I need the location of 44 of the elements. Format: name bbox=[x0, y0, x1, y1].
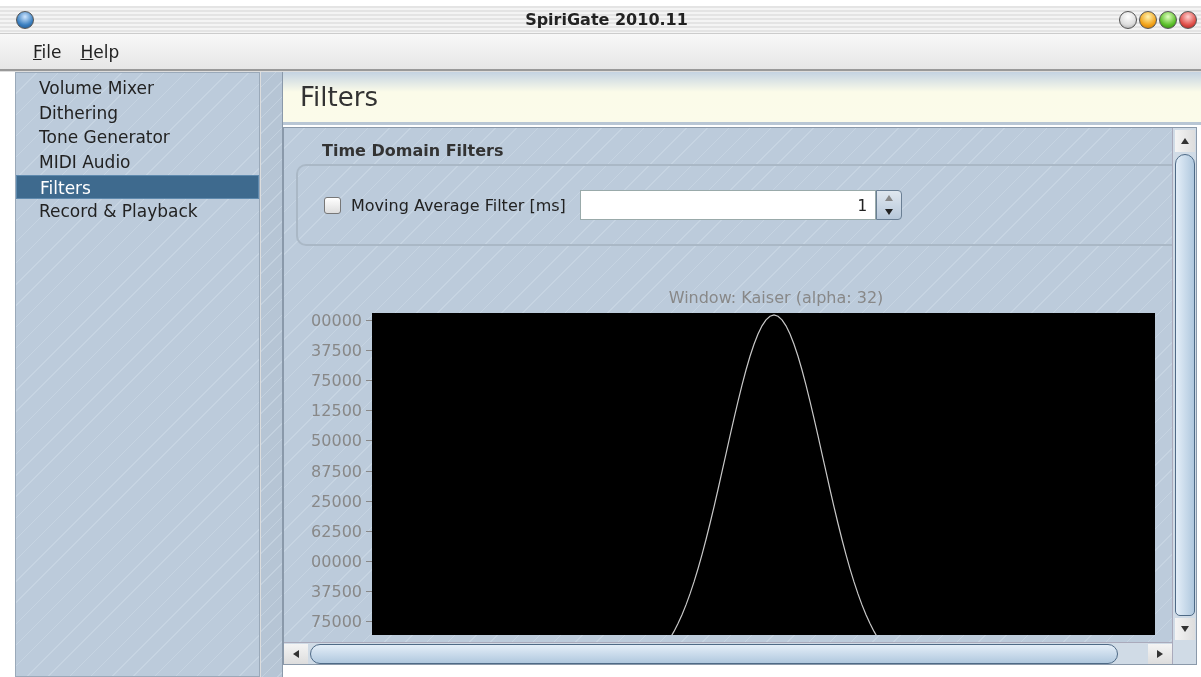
up-arrow-icon bbox=[883, 194, 894, 202]
minimize-button[interactable] bbox=[1139, 10, 1157, 29]
menu-item[interactable]: Help bbox=[73, 39, 128, 64]
scroll-down-button[interactable] bbox=[1174, 618, 1195, 640]
sidebar-item[interactable]: Tone Generator bbox=[16, 125, 259, 151]
shade-button[interactable] bbox=[1119, 10, 1137, 29]
vertical-scrollbar[interactable] bbox=[1172, 128, 1196, 664]
spin-buttons[interactable] bbox=[875, 190, 902, 220]
menu-item[interactable]: File bbox=[26, 39, 70, 64]
sidebar-item[interactable]: Volume Mixer bbox=[16, 76, 259, 101]
sidebar-item[interactable]: MIDI Audio bbox=[16, 150, 259, 175]
axis-tick-label: 87500 bbox=[311, 461, 362, 481]
down-arrow-icon bbox=[1179, 625, 1190, 633]
maximize-button[interactable] bbox=[1159, 10, 1177, 29]
axis-tick-label: 37500 bbox=[311, 582, 362, 602]
down-arrow-icon bbox=[883, 208, 894, 216]
axis-tick-label: 37500 bbox=[311, 340, 362, 360]
sidebar-item[interactable]: Record & Playback bbox=[16, 199, 259, 225]
page-title: Filters bbox=[300, 82, 378, 112]
axis-tick-label: 62500 bbox=[311, 521, 362, 541]
axis-tick-label: 50000 bbox=[311, 431, 362, 451]
left-arrow-icon bbox=[292, 648, 300, 659]
axis-tick-label: 75000 bbox=[311, 612, 362, 632]
chart-title: Window: Kaiser (alpha: 32) bbox=[667, 288, 885, 309]
axis-tick-label: 75000 bbox=[311, 370, 362, 390]
up-arrow-icon bbox=[1179, 137, 1190, 145]
scroll-right-button[interactable] bbox=[1148, 643, 1172, 664]
axis-tick-label: 25000 bbox=[311, 491, 362, 511]
close-button[interactable] bbox=[1179, 10, 1197, 29]
scroll-up-button[interactable] bbox=[1174, 130, 1195, 152]
sidebar-item[interactable]: Dithering bbox=[16, 100, 259, 126]
sidebar-item[interactable]: Filters bbox=[16, 174, 259, 200]
right-arrow-icon bbox=[1156, 648, 1164, 659]
axis-tick-label: 00000 bbox=[311, 552, 362, 572]
window-menu-button[interactable] bbox=[16, 10, 34, 29]
scroll-thumb[interactable] bbox=[1174, 154, 1195, 616]
scroll-left-button[interactable] bbox=[284, 643, 308, 664]
window-title: SpiriGate 2010.11 bbox=[524, 10, 689, 29]
section-title: Time Domain Filters bbox=[321, 140, 505, 162]
axis-tick-label: 00000 bbox=[311, 310, 362, 330]
checkbox-label[interactable]: Moving Average Filter [ms] bbox=[351, 195, 566, 215]
axis-tick-label: 12500 bbox=[311, 401, 362, 421]
checkbox[interactable] bbox=[324, 196, 341, 214]
number-field[interactable]: 1 bbox=[579, 190, 876, 220]
